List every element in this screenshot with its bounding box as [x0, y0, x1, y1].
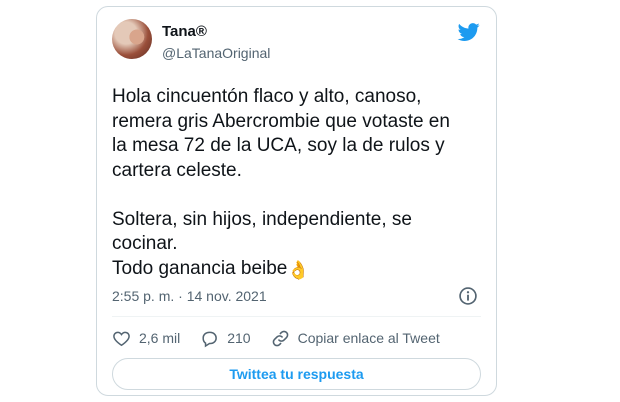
- tweet-timestamp[interactable]: 2:55 p. m. · 14 nov. 2021: [112, 288, 267, 304]
- avatar[interactable]: [112, 19, 152, 59]
- tweet-actions: 2,6 mil 210 Copiar enlace al Tweet: [112, 325, 460, 351]
- like-button[interactable]: 2,6 mil: [112, 329, 180, 348]
- ok-hand-emoji: 👌: [287, 259, 310, 280]
- reply-button[interactable]: Twittea tu respuesta: [112, 358, 481, 390]
- tweet-line-text: Todo ganancia beibe: [112, 257, 288, 279]
- tweet-line: remera gris Abercrombie que votaste en: [112, 110, 450, 132]
- tweet-line: la mesa 72 de la UCA, soy la de rulos y: [112, 135, 445, 156]
- author-handle[interactable]: @LaTanaOriginal: [162, 45, 270, 61]
- tweet-line: Hola cincuentón flaco y alto, canoso,: [112, 86, 422, 107]
- link-icon: [272, 330, 288, 346]
- info-icon[interactable]: [458, 286, 478, 306]
- tweet-line: cartera celeste.: [112, 159, 242, 181]
- copy-link-label: Copiar enlace al Tweet: [297, 330, 440, 346]
- reply-bubble-icon: [202, 331, 218, 347]
- tweet-line: Todo ganancia beibe👌: [112, 257, 487, 283]
- like-count: 2,6 mil: [139, 330, 181, 346]
- twitter-bird-icon[interactable]: [456, 21, 482, 43]
- author-display-name[interactable]: Tana®: [162, 23, 207, 40]
- tweet-line: cocinar.: [112, 233, 178, 254]
- reply-count: 210: [227, 330, 251, 346]
- reply-count-button[interactable]: 210: [200, 329, 251, 348]
- tweet-card: Tana® @LaTanaOriginal Hola cincuentón fl…: [96, 6, 497, 396]
- copy-link-button[interactable]: Copiar enlace al Tweet: [271, 329, 440, 348]
- heart-icon: [113, 331, 130, 346]
- divider: [112, 316, 481, 317]
- tweet-text: Hola cincuentón flaco y alto, canoso, re…: [112, 85, 487, 282]
- tweet-line: Soltera, sin hijos, independiente, se: [112, 208, 412, 230]
